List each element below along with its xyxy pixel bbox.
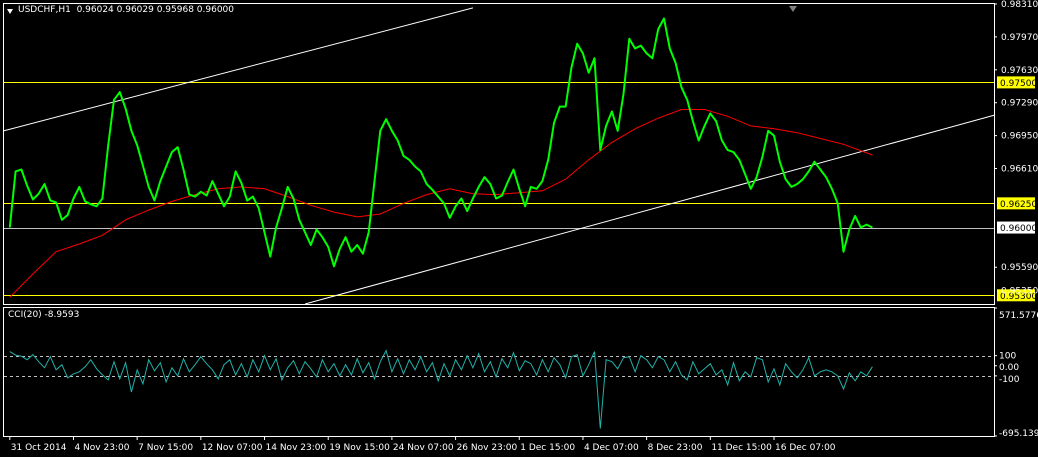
price-tick-label-5: 0.96610 bbox=[1001, 165, 1038, 175]
time-tick-label-5: 19 Nov 15:00 bbox=[329, 443, 390, 453]
time-tick-label-2: 7 Nov 15:00 bbox=[138, 443, 193, 453]
level-badge-label-0: 0.97500 bbox=[1000, 79, 1037, 89]
symbol-label: USDCHF,H1 bbox=[18, 5, 71, 15]
price-tick-label-hidden: 0.95350 bbox=[1001, 286, 1038, 296]
level-badge-label-1: 0.96250 bbox=[1000, 200, 1037, 210]
time-tick-label-11: 11 Dec 15:00 bbox=[711, 443, 772, 453]
time-tick-label-12: 16 Dec 07:00 bbox=[775, 443, 836, 453]
mt4-chart-window: 0.98310 0.97970 0.97630 0.97290 0.96950 0.966… bbox=[0, 0, 1038, 457]
cci-tick-label-0: 571.5776 bbox=[999, 311, 1038, 321]
cci-tick-label-2: 0.00 bbox=[999, 363, 1019, 373]
cci-tick-label-1: 100 bbox=[999, 352, 1016, 362]
cci-tick-label-4: -695.1398 bbox=[999, 429, 1038, 439]
chart-menu-arrow-icon[interactable] bbox=[7, 9, 13, 14]
price-tick-label-2: 0.97630 bbox=[1001, 66, 1038, 76]
time-tick-label-0: 31 Oct 2014 bbox=[11, 443, 67, 453]
price-tick-label-4: 0.96950 bbox=[1001, 132, 1038, 142]
ohlc-values: 0.96024 0.96029 0.95968 0.96000 bbox=[76, 5, 235, 15]
time-tick-label-6: 24 Nov 07:00 bbox=[393, 443, 454, 453]
price-tick-label-1: 0.97970 bbox=[1001, 33, 1038, 43]
time-tick-label-10: 8 Dec 23:00 bbox=[648, 443, 703, 453]
time-tick-label-8: 1 Dec 15:00 bbox=[520, 443, 575, 453]
price-tick-label-6: 0.95590 bbox=[1001, 263, 1038, 273]
price-tick-label-0: 0.98310 bbox=[1001, 0, 1038, 10]
time-tick-label-9: 4 Dec 07:00 bbox=[584, 443, 639, 453]
time-tick-label-7: 26 Nov 23:00 bbox=[457, 443, 518, 453]
time-tick-label-1: 4 Nov 23:00 bbox=[74, 443, 129, 453]
cci-indicator-label: CCI(20) -8.9593 bbox=[8, 310, 80, 320]
level-badge-label-2: 0.96000 bbox=[1000, 224, 1037, 234]
time-tick-label-3: 12 Nov 07:00 bbox=[202, 443, 263, 453]
cci-tick-label-3: -100 bbox=[999, 375, 1020, 385]
time-tick-label-4: 14 Nov 23:00 bbox=[266, 443, 327, 453]
price-tick-label-3: 0.97290 bbox=[1001, 99, 1038, 109]
symbol-header: USDCHF,H1 0.96024 0.96029 0.95968 0.9600… bbox=[18, 5, 234, 15]
